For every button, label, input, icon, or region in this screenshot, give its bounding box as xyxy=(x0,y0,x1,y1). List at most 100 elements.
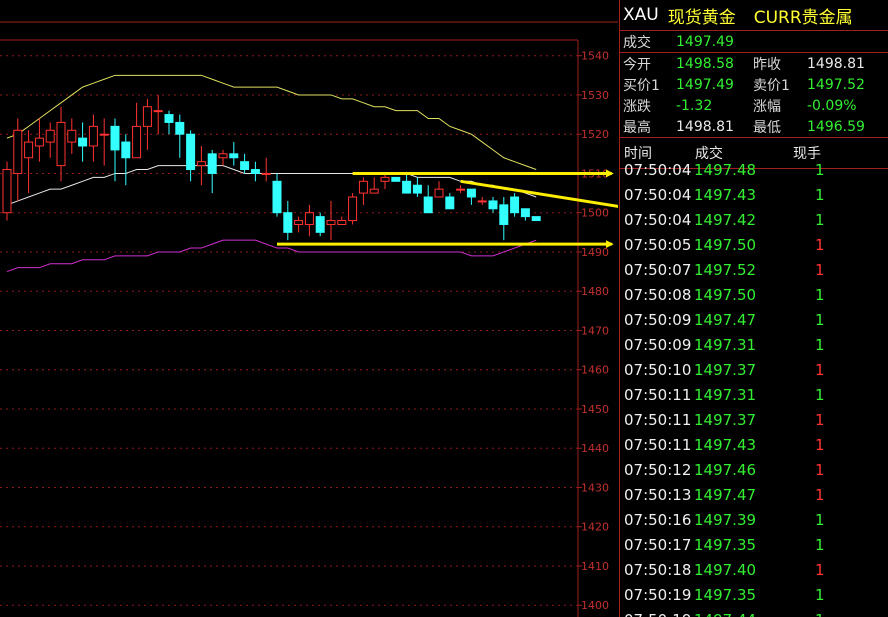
candle-body xyxy=(153,110,163,113)
tick-time: 07:50:09 xyxy=(624,336,692,354)
upper-band-line xyxy=(6,74,537,171)
candle-body xyxy=(488,200,498,210)
candle-body xyxy=(434,188,444,198)
tick-time: 07:50:19 xyxy=(624,611,691,617)
tick-volume: 1 xyxy=(815,511,825,529)
tick-price: 1497.39 xyxy=(694,511,757,529)
tick-list[interactable]: 07:50:04 1497.48 1 07:50:04 1497.43 1 07:50:04… xyxy=(620,158,888,617)
tick-row: 07:50:18 1497.40 1 xyxy=(620,558,888,583)
candle-body xyxy=(380,176,390,182)
candle-body xyxy=(186,133,196,171)
tick-time: 07:50:18 xyxy=(624,561,692,579)
tick-volume: 1 xyxy=(815,336,825,354)
candle-body xyxy=(34,137,44,147)
candle-body xyxy=(369,188,379,194)
quote-row-change: 涨跌 -1.32 涨幅 -0.09% xyxy=(620,95,888,116)
tick-time: 07:50:08 xyxy=(624,286,692,304)
candle-body xyxy=(2,169,12,214)
tick-price: 1497.48 xyxy=(694,161,757,179)
chart-canvas[interactable]: 1540153015201510150014901480147014601450… xyxy=(0,0,618,617)
change-value: -1.32 xyxy=(676,97,713,114)
y-tick-label: 1520 xyxy=(581,128,609,141)
y-tick-label: 1440 xyxy=(581,442,609,455)
y-tick-label: 1470 xyxy=(581,324,609,337)
tick-row: 07:50:16 1497.39 1 xyxy=(620,508,888,533)
candle-body xyxy=(240,161,250,171)
tick-volume: 1 xyxy=(815,486,825,504)
instrument-name: 现货黄金 xyxy=(667,7,736,28)
y-tick-label: 1540 xyxy=(581,50,609,63)
candle-body xyxy=(391,176,401,182)
quote-row-open: 今开 1498.58 昨收 1498.81 xyxy=(620,53,888,74)
candle-body xyxy=(229,153,239,159)
tick-row: 07:50:10 1497.37 1 xyxy=(620,358,888,383)
tick-time: 07:50:07 xyxy=(624,261,692,279)
candle-body xyxy=(261,172,271,175)
tick-time: 07:50:16 xyxy=(624,511,692,529)
y-tick-label: 1460 xyxy=(581,364,609,377)
candle-body xyxy=(304,212,314,225)
tick-volume: 1 xyxy=(815,261,825,279)
low-value: 1496.59 xyxy=(807,118,865,135)
candle-body xyxy=(326,220,336,225)
tick-volume: 1 xyxy=(815,611,825,617)
high-label: 最高 xyxy=(623,119,651,136)
candle-body xyxy=(283,212,293,233)
ask-label: 卖价1 xyxy=(753,77,790,94)
tick-row: 07:50:04 1497.42 1 xyxy=(620,208,888,233)
quote-block: 成交 1497.49 今开 1498.58 昨收 1498.81 买价1 149… xyxy=(620,31,888,138)
tick-row: 07:50:13 1497.47 1 xyxy=(620,483,888,508)
tick-volume: 1 xyxy=(815,286,825,304)
candle-body xyxy=(477,200,487,203)
pct-value: -0.09% xyxy=(807,97,857,114)
candle-body xyxy=(13,129,23,174)
bid-value: 1497.49 xyxy=(676,76,734,93)
candle-body xyxy=(121,141,131,159)
tick-time: 07:50:04 xyxy=(624,186,692,204)
candle-body xyxy=(348,196,358,222)
tick-row: 07:50:04 1497.48 1 xyxy=(620,158,888,183)
candle-body xyxy=(142,106,152,127)
tick-row: 07:50:12 1497.46 1 xyxy=(620,458,888,483)
tick-time: 07:50:10 xyxy=(624,361,692,379)
instrument-code: XAU xyxy=(623,5,659,25)
candlestick-chart[interactable]: 1540153015201510150014901480147014601450… xyxy=(0,0,618,617)
tick-time: 07:50:05 xyxy=(624,236,692,254)
last-label: 成交 xyxy=(623,34,651,51)
quote-row-highlow: 最高 1498.81 最低 1496.59 xyxy=(620,116,888,137)
high-value: 1498.81 xyxy=(676,118,734,135)
prev-value: 1498.81 xyxy=(807,55,865,72)
tick-volume: 1 xyxy=(815,211,825,229)
tick-price: 1497.43 xyxy=(694,436,757,454)
tick-time: 07:50:17 xyxy=(624,536,692,554)
y-tick-label: 1500 xyxy=(581,207,609,220)
candle-body xyxy=(196,161,206,167)
candle-body xyxy=(272,180,282,214)
y-tick-label: 1450 xyxy=(581,403,609,416)
candle-body xyxy=(132,125,142,159)
candle-body xyxy=(175,121,185,135)
candle-body xyxy=(499,204,509,225)
candle-body xyxy=(337,220,347,225)
prev-label: 昨收 xyxy=(753,56,781,73)
candle-body xyxy=(456,188,466,191)
low-label: 最低 xyxy=(753,119,781,136)
quote-panel: XAU 现货黄金 CURR贵金属 成交 1497.49 今开 1498.58 昨… xyxy=(619,0,888,617)
candle-body xyxy=(250,169,260,174)
tick-volume: 1 xyxy=(815,361,825,379)
tick-volume: 1 xyxy=(815,236,825,254)
trend-arrow xyxy=(460,179,618,208)
tick-price: 1497.46 xyxy=(694,461,757,479)
pct-label: 涨幅 xyxy=(753,98,781,115)
candle-body xyxy=(207,153,217,174)
tick-price: 1497.50 xyxy=(694,286,757,304)
candle-body xyxy=(315,216,325,233)
candle-body xyxy=(218,153,228,159)
tick-price: 1497.47 xyxy=(694,486,757,504)
candle-body xyxy=(445,196,455,210)
tick-volume: 1 xyxy=(815,536,825,554)
tick-row: 07:50:07 1497.52 1 xyxy=(620,258,888,283)
tick-time: 07:50:11 xyxy=(624,436,692,454)
tick-row: 07:50:08 1497.50 1 xyxy=(620,283,888,308)
tick-volume: 1 xyxy=(815,586,825,604)
